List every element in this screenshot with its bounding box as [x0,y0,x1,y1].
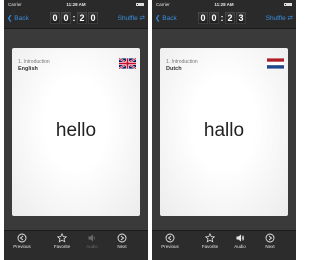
previous-button[interactable]: Previous [156,233,184,249]
star-icon [205,233,215,243]
status-bar: Carrier 11:28 AM [4,0,148,9]
timer-digit: 0 [198,12,208,24]
next-icon [117,233,127,243]
next-icon [265,233,275,243]
timer-digit: 2 [77,12,87,24]
next-button[interactable]: Next [256,233,284,249]
timer: 0 0 : 2 0 [50,12,98,24]
previous-icon [17,233,27,243]
previous-label: Previous [13,244,31,249]
shuffle-icon: ⇄ [287,15,293,22]
audio-label: Audio [86,244,98,249]
timer-digit: 2 [225,12,235,24]
shuffle-button[interactable]: Shuffle ⇄ [266,14,293,22]
flashcard-word: hallo [203,120,245,141]
speaker-icon [88,234,95,242]
battery-icon [284,2,292,6]
star-icon [57,233,67,243]
lesson-title: 1. Introduction [166,59,198,65]
timer-digit: 0 [50,12,60,24]
language-label: Dutch [166,66,182,72]
timer: 0 0 : 2 3 [198,12,246,24]
next-label: Next [265,244,275,249]
next-label: Next [117,244,127,249]
bottom-toolbar: Previous Favorite Audio Next [152,230,296,260]
timer-digit: 0 [88,12,98,24]
back-button[interactable]: ❮ Back [7,14,29,22]
status-bar: Carrier 11:28 AM [152,0,296,9]
phone-screen-english: Carrier 11:28 AM ❮ Back 0 0 : 2 0 Shuffl… [4,0,148,260]
flashcard[interactable]: 1. Introduction English hello [12,48,140,216]
favorite-label: Favorite [201,244,219,249]
navigation-bar: ❮ Back 0 0 : 2 3 Shuffle ⇄ [152,9,296,29]
netherlands-flag-icon [267,58,284,69]
previous-icon [165,233,175,243]
timer-digit: 3 [236,12,246,24]
bottom-toolbar: Previous Favorite Audio Next [4,230,148,260]
timer-colon: : [220,13,224,23]
flashcard[interactable]: 1. Introduction Dutch hallo [160,48,288,216]
favorite-label: Favorite [53,244,71,249]
shuffle-label: Shuffle [117,15,138,22]
flashcard-word: hello [55,120,97,141]
back-button[interactable]: ❮ Back [155,14,177,22]
navigation-bar: ❮ Back 0 0 : 2 0 Shuffle ⇄ [4,9,148,29]
audio-button[interactable]: Audio [78,233,106,249]
timer-colon: : [72,13,76,23]
lesson-title: 1. Introduction [18,59,50,65]
previous-button[interactable]: Previous [8,233,36,249]
audio-label: Audio [234,244,246,249]
uk-flag-icon [119,58,136,69]
timer-digit: 0 [61,12,71,24]
shuffle-label: Shuffle [265,15,286,22]
chevron-left-icon: ❮ [7,15,13,22]
language-label: English [18,66,38,72]
next-button[interactable]: Next [108,233,136,249]
favorite-button[interactable]: Favorite [48,233,76,249]
timer-digit: 0 [209,12,219,24]
battery-icon [136,2,144,6]
chevron-left-icon: ❮ [155,15,161,22]
speaker-icon [236,234,244,242]
shuffle-icon: ⇄ [139,15,145,22]
previous-label: Previous [161,244,179,249]
status-time: 11:28 AM [214,2,234,7]
back-label: Back [14,15,29,22]
back-label: Back [162,15,177,22]
audio-button[interactable]: Audio [226,233,254,249]
status-time: 11:28 AM [66,2,86,7]
phone-screen-dutch: Carrier 11:28 AM ❮ Back 0 0 : 2 3 Shuffl… [152,0,296,260]
shuffle-button[interactable]: Shuffle ⇄ [118,14,145,22]
favorite-button[interactable]: Favorite [196,233,224,249]
